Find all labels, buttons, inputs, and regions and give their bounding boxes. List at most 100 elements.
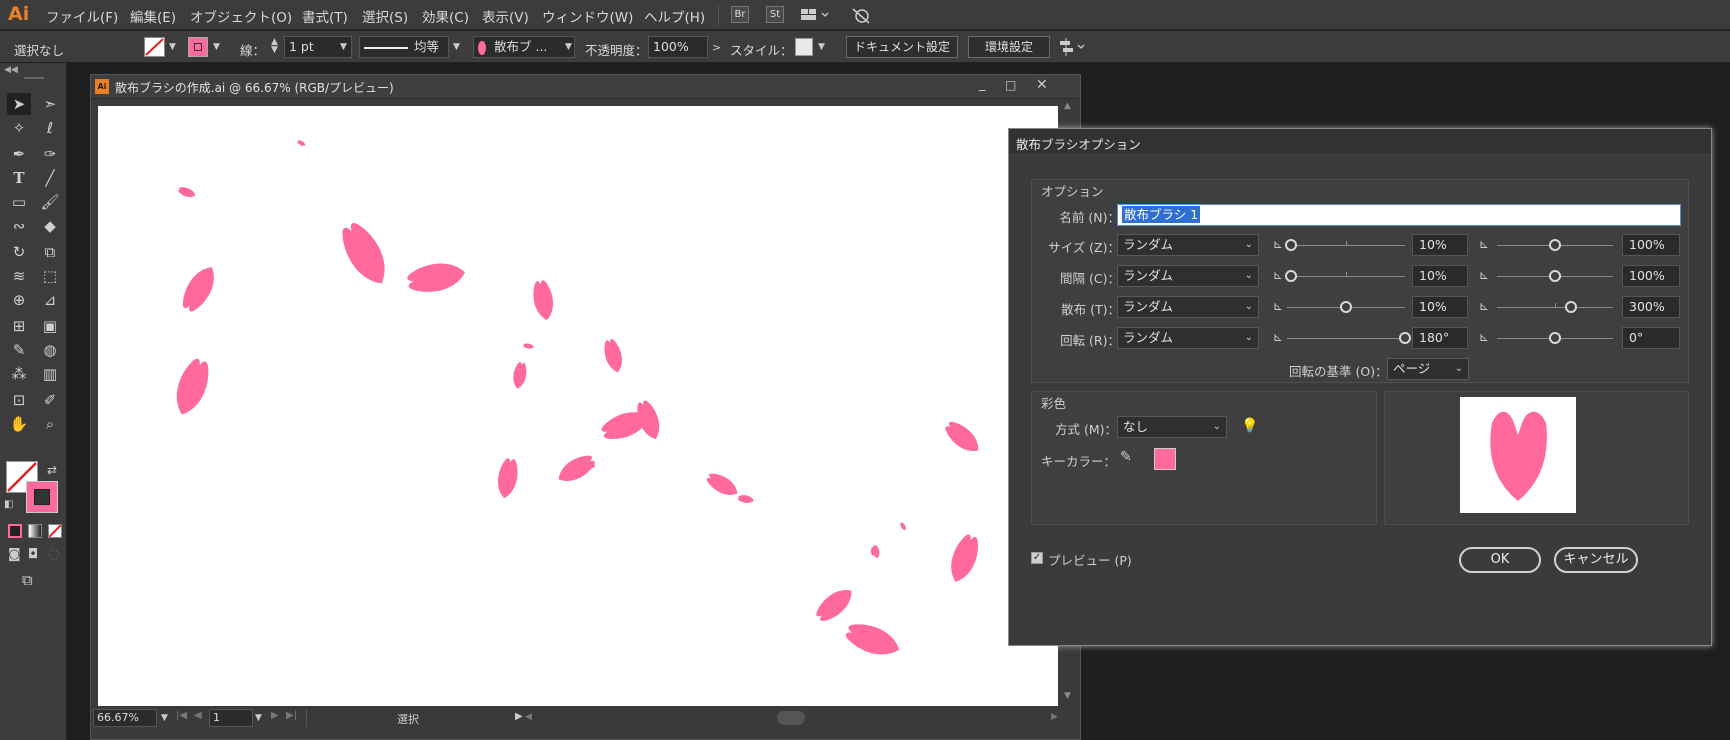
align-icon[interactable]: [1058, 38, 1088, 60]
eyedropper-tool-icon[interactable]: ✎: [7, 339, 31, 361]
opacity-arrow-icon[interactable]: >: [712, 41, 721, 54]
opacity-input[interactable]: 100%: [648, 36, 708, 58]
size-mode-select[interactable]: ランダム ⌄: [1117, 234, 1259, 256]
swap-fill-stroke-icon[interactable]: ⇄: [47, 463, 57, 477]
collapse-panel-icon[interactable]: ◀◀: [4, 65, 18, 75]
prev-page-icon[interactable]: ◀: [194, 710, 202, 721]
magic-wand-tool-icon[interactable]: ✧: [7, 117, 31, 139]
stroke-swatch[interactable]: [26, 481, 58, 513]
shaper-tool-icon[interactable]: ∾: [7, 215, 31, 237]
document-setup-button[interactable]: ドキュメント設定: [846, 36, 958, 58]
method-select[interactable]: なし ⌄: [1117, 416, 1227, 438]
preview-checkbox[interactable]: ✓: [1031, 552, 1043, 564]
brush-definition-select[interactable]: 散布ブ ...: [473, 36, 575, 58]
draw-normal-icon[interactable]: ◙: [8, 547, 21, 562]
menu-window[interactable]: ウィンドウ(W): [542, 6, 633, 26]
menu-file[interactable]: ファイル(F): [46, 6, 118, 26]
zoom-input[interactable]: 66.67%: [93, 709, 157, 727]
hscroll-thumb[interactable]: [777, 711, 805, 725]
line-tool-icon[interactable]: ╱: [38, 167, 62, 189]
spacing-min-slider-knob[interactable]: [1285, 270, 1297, 282]
size-max-input[interactable]: 100%: [1622, 234, 1680, 256]
paintbrush-tool-icon[interactable]: 🖌: [38, 191, 62, 213]
stock-icon[interactable]: St: [766, 6, 784, 23]
scale-tool-icon[interactable]: ⧉: [38, 241, 62, 263]
rectangle-tool-icon[interactable]: ▭: [7, 191, 31, 213]
brush-name-input[interactable]: 散布ブラシ 1: [1117, 204, 1681, 226]
rotation-min-slider-knob[interactable]: [1399, 332, 1411, 344]
document-tab[interactable]: Ai 散布ブラシの作成.ai @ 66.67% (RGB/プレビュー) _ □ …: [91, 75, 1080, 99]
fill-dropdown-chevron-icon[interactable]: ▼: [169, 42, 176, 52]
rotation-min-input[interactable]: 180°: [1412, 327, 1468, 349]
rotation-max-slider-knob[interactable]: [1549, 332, 1561, 344]
column-graph-tool-icon[interactable]: ▥: [38, 363, 62, 385]
hscroll-left-icon[interactable]: ◀: [525, 712, 532, 722]
draw-inside-icon[interactable]: ◌: [48, 547, 59, 562]
menu-effect[interactable]: 効果(C): [422, 6, 469, 26]
key-color-swatch[interactable]: [1154, 448, 1176, 470]
spacing-max-input[interactable]: 100%: [1622, 265, 1680, 287]
type-tool-icon[interactable]: T: [7, 167, 31, 189]
first-page-icon[interactable]: |◀: [176, 710, 187, 721]
curvature-tool-icon[interactable]: ✑: [38, 143, 62, 165]
direct-selection-tool-icon[interactable]: ➣: [38, 93, 62, 115]
minimize-icon[interactable]: _: [979, 77, 986, 92]
zoom-chevron-icon[interactable]: ▼: [161, 713, 168, 723]
scatter-min-slider-knob[interactable]: [1340, 301, 1352, 313]
lasso-tool-icon[interactable]: ℓ: [38, 117, 62, 139]
size-min-input[interactable]: 10%: [1412, 234, 1468, 256]
shape-builder-tool-icon[interactable]: ⊕: [7, 289, 31, 311]
slice-tool-icon[interactable]: ✐: [38, 389, 62, 411]
none-mode-icon[interactable]: [48, 524, 62, 538]
status-menu-icon[interactable]: ▶: [515, 711, 523, 722]
spacing-min-input[interactable]: 10%: [1412, 265, 1468, 287]
stroke-weight-chevron-icon[interactable]: ▼: [340, 42, 347, 52]
graphic-style-swatch[interactable]: [795, 38, 813, 56]
mesh-tool-icon[interactable]: ⊞: [7, 315, 31, 337]
pen-tool-icon[interactable]: ✒: [7, 143, 31, 165]
spacing-mode-select[interactable]: ランダム ⌄: [1117, 265, 1259, 287]
rotation-base-select[interactable]: ページ ⌄: [1387, 358, 1469, 380]
preferences-button[interactable]: 環境設定: [968, 36, 1050, 58]
blend-tool-icon[interactable]: ◍: [38, 339, 62, 361]
scroll-down-icon[interactable]: ▼: [1064, 691, 1071, 701]
menu-help[interactable]: ヘルプ(H): [644, 6, 705, 26]
rotate-tool-icon[interactable]: ↻: [7, 241, 31, 263]
page-input[interactable]: 1: [209, 709, 253, 727]
next-page-icon[interactable]: ▶: [271, 710, 279, 721]
scatter-mode-select[interactable]: ランダム ⌄: [1117, 296, 1259, 318]
artboard[interactable]: [98, 106, 1058, 706]
close-icon[interactable]: ✕: [1036, 77, 1048, 93]
free-transform-tool-icon[interactable]: ⬚: [38, 265, 62, 287]
draw-behind-icon[interactable]: ◘: [28, 547, 38, 562]
scatter-min-input[interactable]: 10%: [1412, 296, 1468, 318]
key-color-eyedropper-icon[interactable]: ✎: [1120, 449, 1132, 465]
perspective-grid-tool-icon[interactable]: ⊿: [38, 289, 62, 311]
bridge-icon[interactable]: Br: [731, 6, 749, 23]
scatter-max-slider-knob[interactable]: [1565, 301, 1577, 313]
scroll-up-icon[interactable]: ▲: [1064, 101, 1071, 111]
stroke-dropdown-chevron-icon[interactable]: ▼: [213, 42, 220, 52]
style-chevron-icon[interactable]: ▼: [818, 42, 825, 52]
dialog-titlebar[interactable]: 散布ブラシオプション: [1009, 129, 1711, 153]
arrange-docs-icon[interactable]: [801, 8, 831, 26]
menu-edit[interactable]: 編集(E): [130, 6, 176, 26]
hand-tool-icon[interactable]: ✋: [7, 413, 31, 435]
selection-tool-icon[interactable]: ➤: [7, 93, 31, 115]
fill-none-swatch[interactable]: [144, 37, 165, 57]
variable-width-profile[interactable]: 均等: [359, 36, 449, 58]
size-max-slider-knob[interactable]: [1549, 239, 1561, 251]
tips-lightbulb-icon[interactable]: 💡: [1241, 418, 1258, 434]
page-chevron-icon[interactable]: ▼: [255, 713, 262, 723]
spacing-max-slider-knob[interactable]: [1549, 270, 1561, 282]
menu-view[interactable]: 表示(V): [482, 6, 529, 26]
gradient-mode-icon[interactable]: [28, 524, 42, 538]
rotation-mode-select[interactable]: ランダム ⌄: [1117, 327, 1259, 349]
menu-object[interactable]: オブジェクト(O): [190, 6, 292, 26]
symbol-sprayer-tool-icon[interactable]: ⁂: [7, 363, 31, 385]
color-mode-icon[interactable]: [8, 524, 22, 538]
gpu-performance-icon[interactable]: [851, 6, 871, 28]
screen-mode-icon[interactable]: ⧉: [22, 571, 33, 589]
menu-type[interactable]: 書式(T): [302, 6, 348, 26]
artboard-tool-icon[interactable]: ⊡: [7, 389, 31, 411]
